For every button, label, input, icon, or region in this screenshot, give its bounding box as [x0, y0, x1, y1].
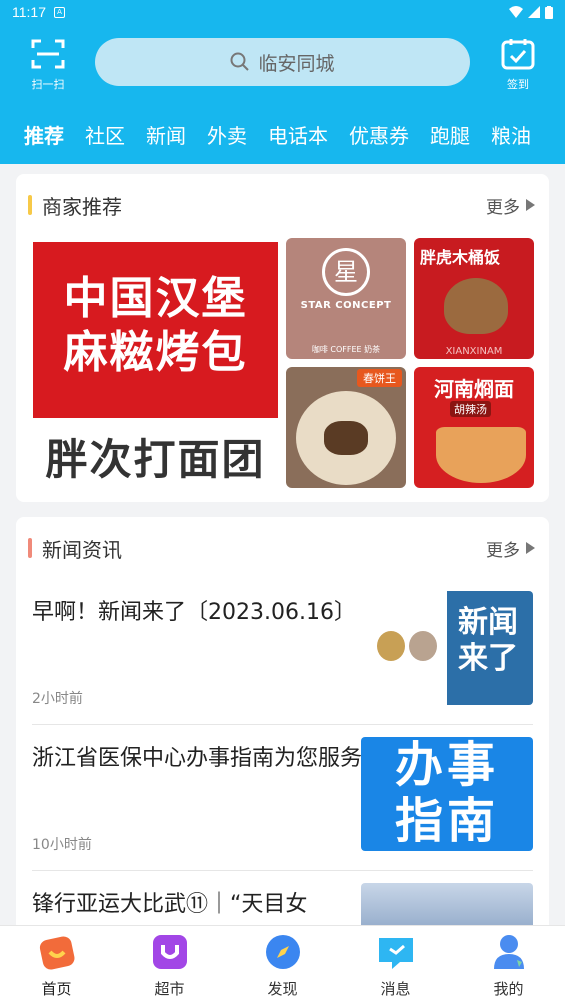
- status-time: 11:17: [12, 4, 46, 20]
- nav-label: 发现: [267, 980, 298, 998]
- news-more-link[interactable]: 更多: [486, 536, 535, 561]
- compass-icon: [265, 935, 300, 969]
- merchant-card-spring-pancake[interactable]: 春饼王: [286, 367, 406, 488]
- merchant-card-star-concept[interactable]: 星 STAR CONCEPT 咖啡 COFFEE 奶茶: [286, 238, 406, 359]
- nav-label: 消息: [380, 980, 411, 998]
- message-icon: [378, 938, 413, 969]
- merchant-section-title: 商家推荐: [42, 191, 172, 224]
- news-section-title: 新闻资讯: [42, 534, 172, 567]
- nav-label: 我的: [493, 980, 524, 998]
- tab-errands[interactable]: 跑腿: [430, 120, 470, 149]
- news-section: 新闻资讯 更多 早啊！新闻来了〔2023.06.16〕 2小时前 新闻来了 浙江…: [16, 517, 549, 937]
- tab-coupons[interactable]: 优惠券: [349, 120, 409, 149]
- news-title: 早啊！新闻来了〔2023.06.16〕: [32, 600, 356, 625]
- supermarket-icon: [152, 935, 187, 969]
- pancake-plate-image: [296, 391, 396, 485]
- sim-icon: A: [54, 6, 65, 18]
- medal-icon: [377, 631, 405, 661]
- star-logo-icon: 星: [322, 248, 370, 296]
- nav-label: 首页: [41, 980, 72, 998]
- scan-button[interactable]: 扫一扫: [22, 38, 74, 94]
- tab-takeout[interactable]: 外卖: [207, 120, 247, 149]
- news-thumbnail: 新闻来了: [361, 591, 533, 705]
- merchant-title: 胖虎木桶饭: [420, 248, 501, 267]
- news-section-header: 新闻资讯 更多: [16, 517, 549, 579]
- merchant-sub: 咖啡 COFFEE 奶茶: [311, 345, 381, 354]
- tab-news[interactable]: 新闻: [146, 120, 186, 149]
- tab-recommend[interactable]: 推荐: [24, 120, 64, 149]
- chevron-right-icon: [526, 542, 535, 554]
- merchant-section-header: 商家推荐 更多: [16, 174, 549, 236]
- news-item[interactable]: 浙江省医保中心办事指南为您服务 10小时前 办事指南: [32, 725, 533, 871]
- wooden-bucket-image: [444, 278, 508, 334]
- status-icons: [509, 5, 553, 19]
- battery-icon: [545, 5, 553, 19]
- section-accent-bar: [28, 195, 32, 215]
- thumbnail-text: 办事指南: [394, 737, 499, 849]
- news-time: 10小时前: [32, 837, 92, 853]
- news-time: 2小时前: [32, 691, 83, 707]
- profile-icon: [493, 935, 524, 969]
- merchant-banner: 中国汉堡 麻糍烤包: [33, 242, 278, 418]
- wifi-icon: [509, 6, 523, 18]
- tab-community[interactable]: 社区: [85, 120, 125, 149]
- banner-line-1: 中国汉堡: [63, 273, 248, 324]
- nav-profile[interactable]: 我的: [452, 926, 565, 1004]
- more-label: 更多: [486, 540, 520, 561]
- checkin-label: 签到: [507, 78, 529, 91]
- nav-home[interactable]: 首页: [0, 926, 113, 1004]
- banner-line-2: 麻糍烤包: [63, 327, 248, 378]
- scan-label: 扫一扫: [31, 78, 65, 91]
- search-placeholder: 临安同城: [258, 52, 335, 75]
- merchant-brand: STAR CONCEPT: [300, 300, 392, 311]
- checkin-button[interactable]: 签到: [492, 38, 544, 94]
- calendar-check-icon: [501, 39, 535, 70]
- app-header: 扫一扫 临安同城 签到 推荐 社区 新闻 外卖 电话本 优惠券 跑腿 粮油: [0, 24, 565, 164]
- merchant-section: 商家推荐 更多 中国汉堡 麻糍烤包 胖次打面团 星 STAR CONCEPT 咖…: [16, 174, 549, 502]
- merchant-sub: 胡辣汤: [450, 401, 491, 417]
- scan-icon: [31, 39, 65, 69]
- search-icon: [230, 52, 250, 71]
- home-icon: [39, 936, 74, 970]
- tab-phonebook[interactable]: 电话本: [268, 120, 328, 149]
- nav-label: 超市: [154, 980, 185, 998]
- category-tabs: 推荐 社区 新闻 外卖 电话本 优惠券 跑腿 粮油: [0, 114, 565, 154]
- merchant-title: 河南烱面: [434, 377, 514, 401]
- merchant-card-burger[interactable]: 中国汉堡 麻糍烤包 胖次打面团: [32, 240, 279, 492]
- noodle-bowl-image: [436, 427, 526, 483]
- status-bar: 11:17 A: [0, 0, 565, 24]
- merchant-sub: XIANXINAM: [445, 346, 503, 357]
- bottom-navigation: 首页 超市 发现 消息 我的: [0, 925, 565, 1004]
- merchant-badge: 春饼王: [357, 369, 402, 387]
- search-bar[interactable]: 临安同城: [95, 38, 470, 86]
- signal-icon: [528, 6, 540, 18]
- more-label: 更多: [486, 197, 520, 218]
- section-accent-bar: [28, 538, 32, 558]
- news-item[interactable]: 早啊！新闻来了〔2023.06.16〕 2小时前 新闻来了: [32, 579, 533, 725]
- nav-discover[interactable]: 发现: [226, 926, 339, 1004]
- nav-messages[interactable]: 消息: [339, 926, 452, 1004]
- thumbnail-text: 新闻来了: [458, 605, 518, 676]
- merchant-card-bucket-rice[interactable]: 胖虎木桶饭 XIANXINAM: [414, 238, 534, 359]
- tab-grain-oil[interactable]: 粮油: [491, 120, 531, 149]
- nav-supermarket[interactable]: 超市: [113, 926, 226, 1004]
- merchant-card-henan-noodles[interactable]: 河南烱面 胡辣汤: [414, 367, 534, 488]
- chevron-right-icon: [526, 199, 535, 211]
- news-thumbnail: 办事指南: [361, 737, 533, 851]
- merchant-grid: 中国汉堡 麻糍烤包 胖次打面团 星 STAR CONCEPT 咖啡 COFFEE…: [16, 236, 549, 496]
- medal-icon: [409, 631, 437, 661]
- merchant-name: 胖次打面团: [45, 435, 266, 484]
- news-title: 锋行亚运大比武⑪｜“天目女: [32, 892, 308, 917]
- merchant-more-link[interactable]: 更多: [486, 193, 535, 218]
- news-title: 浙江省医保中心办事指南为您服务: [32, 746, 363, 771]
